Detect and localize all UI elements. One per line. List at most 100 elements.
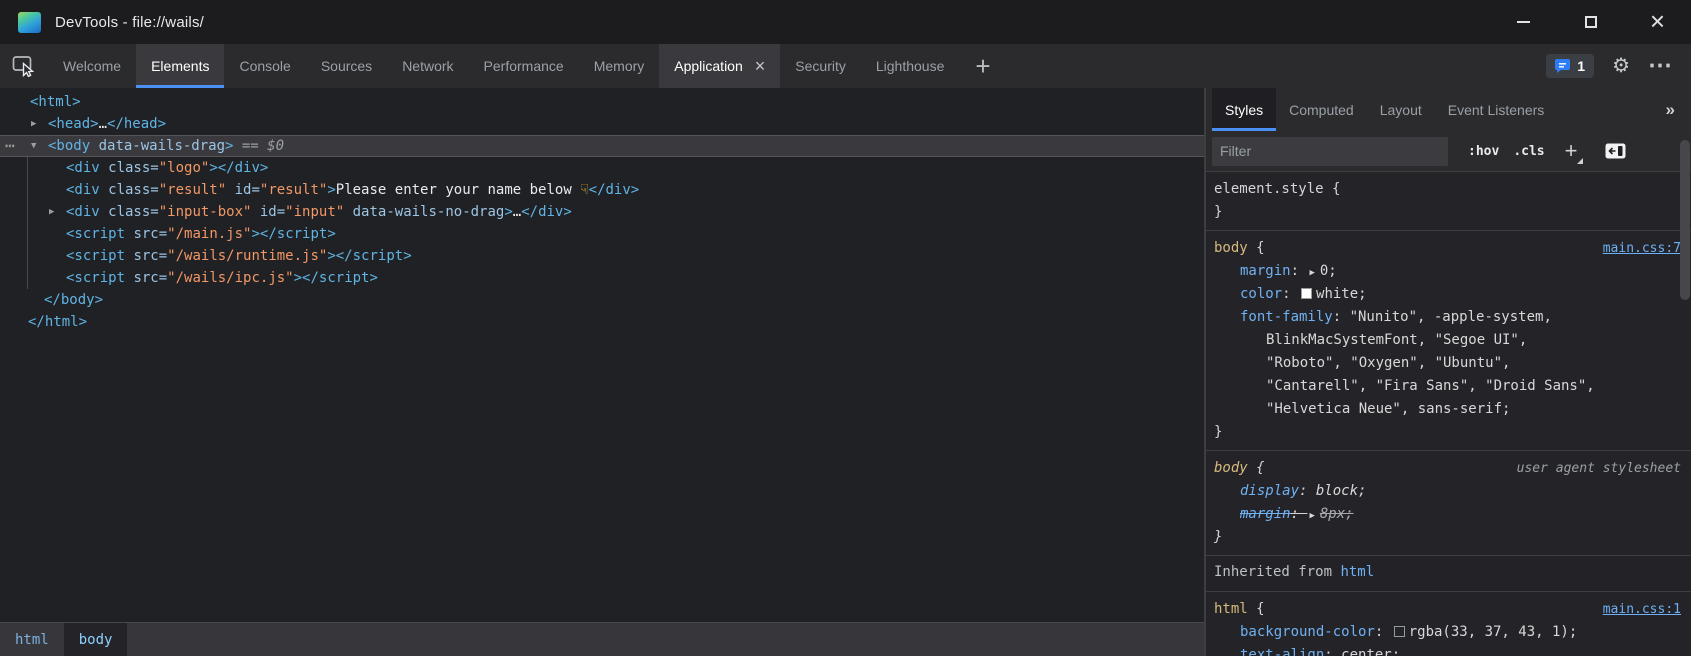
css-property[interactable]: background-color: rgba(33, 37, 43, 1); [1214,621,1681,644]
close-button[interactable]: × [1624,0,1691,44]
styles-scrollbar[interactable] [1679,132,1690,656]
dom-tree-row[interactable]: <div class="result" id="result">Please e… [0,179,1204,201]
sidebar-tab-event-listeners[interactable]: Event Listeners [1435,88,1558,131]
css-property[interactable]: font-family: "Nunito", -apple-system, [1214,306,1681,329]
inspect-element-button[interactable] [0,44,48,88]
color-swatch[interactable] [1394,626,1405,637]
property-value[interactable]: rgba(33, 37, 43, 1); [1409,624,1578,640]
issues-counter-button[interactable]: 1 [1546,54,1594,78]
tab-elements[interactable]: Elements [136,44,224,88]
sidebar-tabs-overflow-chevron[interactable]: » [1650,88,1691,131]
style-rule-html: html {main.css:1background-color: rgba(3… [1206,592,1691,656]
property-value[interactable]: center; [1341,647,1400,656]
window-controls: × [1490,0,1691,44]
more-options-dots-icon[interactable]: ⋯ [1648,59,1673,73]
css-property[interactable]: margin: ▶ 8px; [1214,503,1681,526]
tab-label: Network [402,58,453,74]
dom-tree-row[interactable]: <script src="/wails/runtime.js"></script… [0,245,1204,267]
styles-filter-input[interactable] [1212,137,1448,166]
dom-tree-row[interactable]: ▶<head>…</head> [0,113,1204,135]
element-class-toggle[interactable]: .cls [1513,144,1544,159]
expand-longhand-icon[interactable]: ▶ [1309,268,1314,278]
property-colon: : [1282,286,1299,302]
expand-longhand-icon[interactable]: ▶ [1309,511,1314,521]
dom-tree-row[interactable]: <div class="logo"></div> [0,157,1204,179]
property-value[interactable]: block; [1316,483,1367,499]
code-segment: "input" [285,204,344,220]
rule-selector[interactable]: html [1214,598,1248,621]
css-property[interactable]: margin: ▶0; [1214,260,1681,283]
settings-gear-icon[interactable]: ⚙ [1612,56,1630,76]
breadcrumb-item-body[interactable]: body [64,623,128,656]
toolbar-spacer [1007,44,1547,88]
property-name[interactable]: margin [1240,263,1291,279]
tab-label: Lighthouse [876,58,945,74]
code-segment: > [504,204,512,220]
tab-label: Security [795,58,846,74]
tab-sources[interactable]: Sources [306,44,387,88]
twisty-down-icon[interactable]: ▼ [31,135,36,157]
property-name[interactable]: font-family [1240,309,1333,325]
dom-tree: <html>▶<head>…</head>⋯▼<body data-wails-… [0,88,1204,622]
tab-network[interactable]: Network [387,44,468,88]
rule-selector[interactable]: body [1214,237,1248,260]
dom-tree-row[interactable]: </body> [0,289,1204,311]
breadcrumb: htmlbody [0,622,1204,656]
toggle-computed-sidebar-button[interactable] [1605,143,1626,159]
property-value[interactable]: white; [1316,286,1367,302]
twisty-right-icon[interactable]: ▶ [31,113,36,135]
property-colon: : [1333,309,1350,325]
dom-tree-row[interactable]: <html> [0,91,1204,113]
property-value-continuation: "Roboto", "Oxygen", "Ubuntu", [1214,352,1681,375]
tab-performance[interactable]: Performance [469,44,579,88]
rule-selector[interactable]: body [1214,457,1248,480]
pseudo-state-toggle[interactable]: :hov [1468,144,1499,159]
property-value[interactable]: 8px; [1320,506,1354,522]
property-value[interactable]: "Nunito", -apple-system, [1350,309,1552,325]
minimize-button[interactable] [1490,0,1557,44]
sidebar-tab-styles[interactable]: Styles [1212,88,1276,131]
stylesheet-link[interactable]: main.css:1 [1603,598,1681,621]
code-segment: "/main.js" [167,226,251,242]
tab-label: Welcome [63,58,121,74]
tab-lighthouse[interactable]: Lighthouse [861,44,960,88]
tab-console[interactable]: Console [224,44,305,88]
code-segment: </div> [589,182,640,198]
code-segment: "result" [159,182,226,198]
sidebar-tab-computed[interactable]: Computed [1276,88,1367,131]
dom-tree-row[interactable]: <script src="/main.js"></script> [0,223,1204,245]
tab-security[interactable]: Security [780,44,861,88]
tab-memory[interactable]: Memory [579,44,660,88]
close-tab-icon[interactable]: × [755,57,766,75]
css-property[interactable]: text-align: center; [1214,644,1681,656]
property-name[interactable]: display [1240,483,1299,499]
code-segment: ></ [294,270,319,286]
stylesheet-link[interactable]: main.css:7 [1603,237,1681,260]
dom-tree-row[interactable]: ⋯▼<body data-wails-drag> == $0 [0,135,1204,157]
property-value[interactable]: 0; [1320,263,1337,279]
property-name[interactable]: background-color [1240,624,1375,640]
inherited-node-link[interactable]: html [1340,564,1374,580]
more-actions-dots-icon[interactable]: ⋯ [5,135,16,157]
tab-welcome[interactable]: Welcome [48,44,136,88]
breadcrumb-item-html[interactable]: html [0,623,64,656]
sidebar-tab-layout[interactable]: Layout [1367,88,1435,131]
property-name[interactable]: margin [1240,506,1291,522]
maximize-button[interactable] [1557,0,1624,44]
more-tools-add-button[interactable]: + [959,44,1006,88]
css-property[interactable]: color: white; [1214,283,1681,306]
new-style-rule-button[interactable]: + [1559,140,1584,162]
scrollbar-thumb[interactable] [1680,140,1690,300]
property-colon: : [1291,506,1308,522]
tab-application[interactable]: Application× [659,44,780,88]
dom-tree-row[interactable]: ▶<div class="input-box" id="input" data-… [0,201,1204,223]
dom-tree-row[interactable]: </html> [0,311,1204,333]
property-name[interactable]: color [1240,286,1282,302]
property-name[interactable]: text-align [1240,647,1324,656]
css-property[interactable]: display: block; [1214,480,1681,503]
rule-selector[interactable]: element.style [1214,178,1324,201]
code-line: <div class="result" id="result">Please e… [66,179,639,201]
dom-tree-row[interactable]: <script src="/wails/ipc.js"></script> [0,267,1204,289]
twisty-right-icon[interactable]: ▶ [49,201,54,223]
color-swatch[interactable] [1301,288,1312,299]
